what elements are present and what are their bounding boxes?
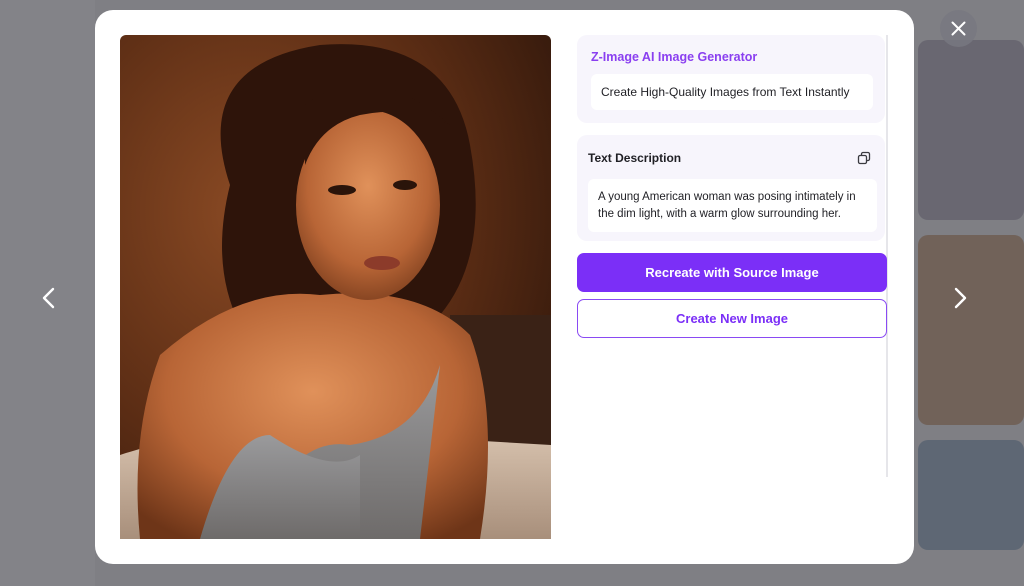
- description-title: Text Description: [588, 151, 682, 165]
- next-image-button[interactable]: [951, 286, 969, 310]
- generator-subtitle: Create High-Quality Images from Text Ins…: [591, 74, 873, 110]
- description-text: A young American woman was posing intima…: [588, 179, 877, 232]
- recreate-with-source-button[interactable]: Recreate with Source Image: [577, 253, 887, 292]
- description-card: Text Description A young American woman …: [577, 135, 885, 241]
- chevron-left-icon: [42, 287, 55, 309]
- close-button[interactable]: [940, 10, 977, 47]
- generator-title: Z-Image AI Image Generator: [591, 50, 758, 64]
- close-icon: [951, 21, 966, 36]
- copy-icon[interactable]: [857, 151, 871, 165]
- image-detail-modal: Z-Image AI Image Generator Create High-Q…: [95, 10, 914, 564]
- create-new-image-button[interactable]: Create New Image: [577, 299, 887, 338]
- previous-image-button[interactable]: [40, 286, 58, 310]
- details-panel: Z-Image AI Image Generator Create High-Q…: [577, 35, 887, 477]
- generator-card: Z-Image AI Image Generator Create High-Q…: [577, 35, 885, 123]
- generated-image: [120, 35, 551, 539]
- chevron-right-icon: [954, 287, 967, 309]
